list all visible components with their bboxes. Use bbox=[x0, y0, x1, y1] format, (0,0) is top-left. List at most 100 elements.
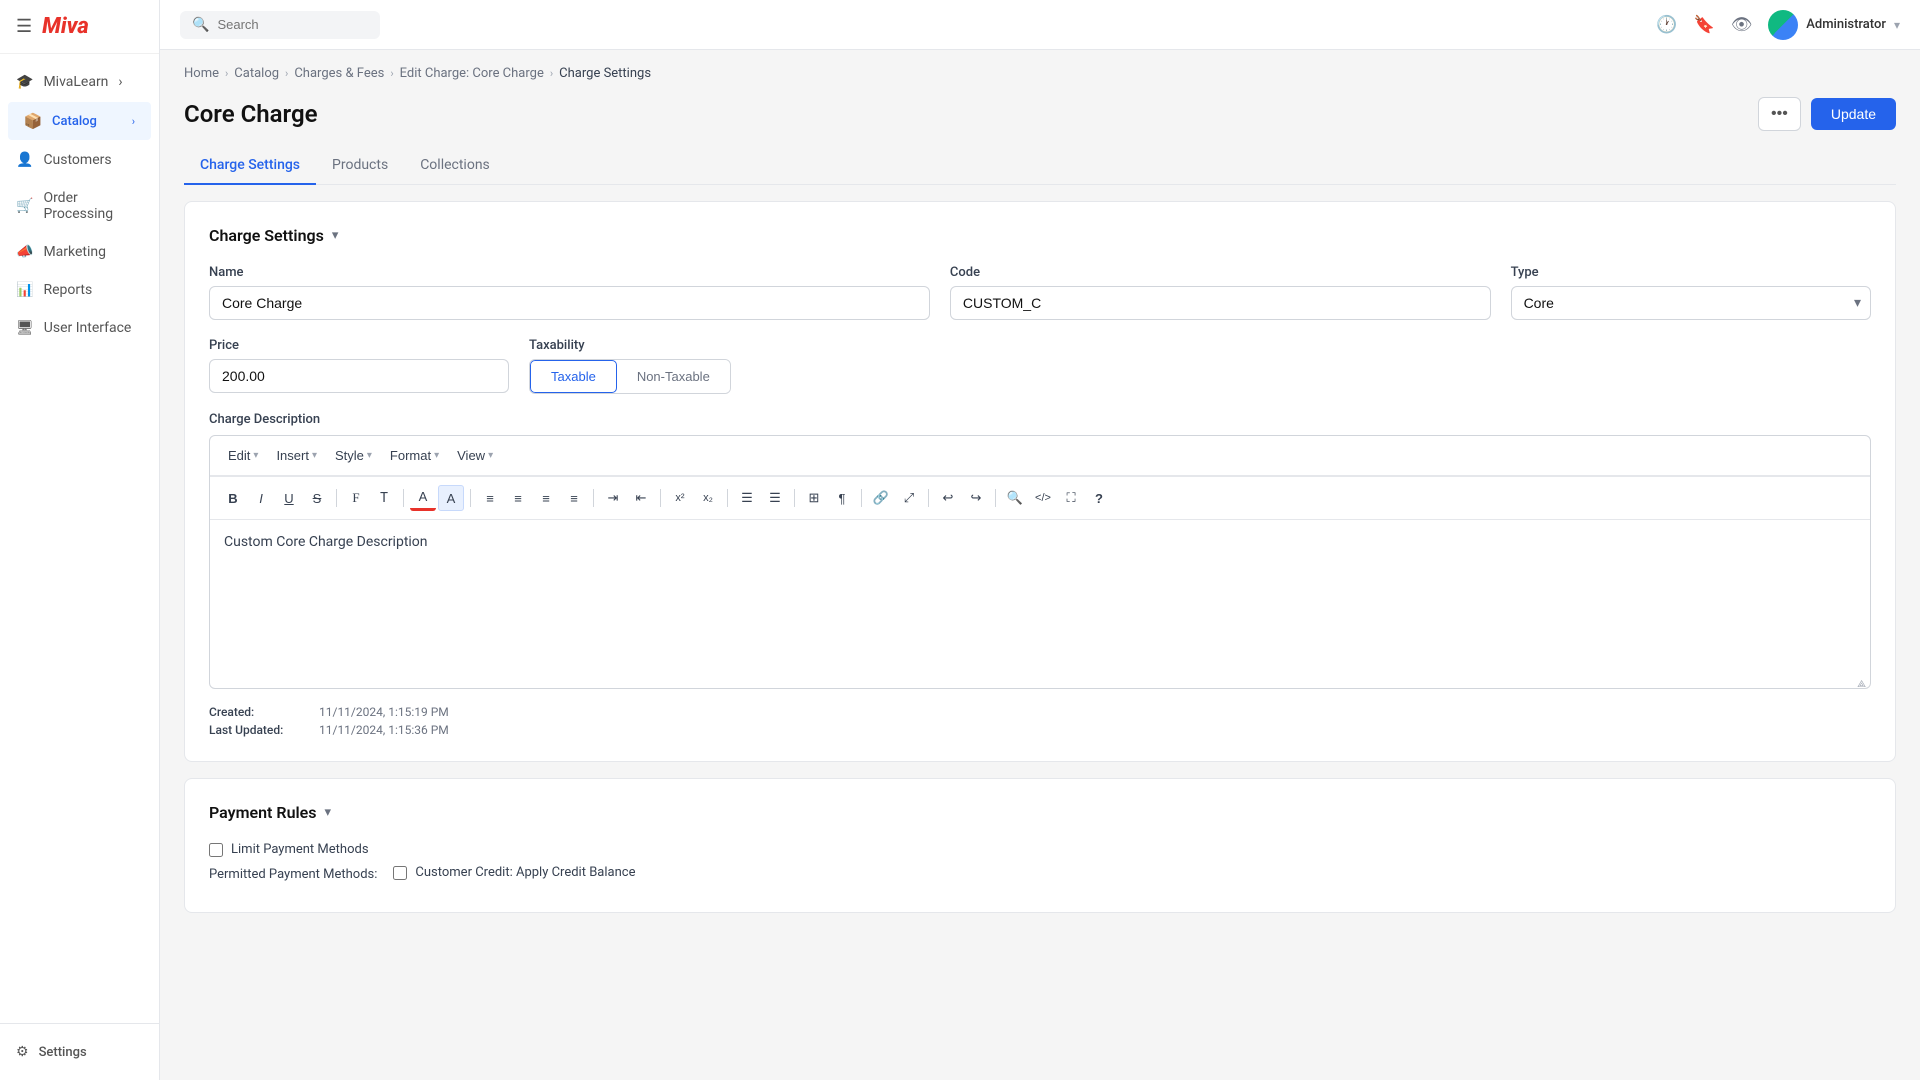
font-f-button[interactable]: F bbox=[343, 485, 369, 511]
undo-button[interactable]: ↩ bbox=[935, 485, 961, 511]
toolbar-sep-2 bbox=[403, 489, 404, 507]
edit-chevron-icon: ▾ bbox=[253, 450, 258, 461]
breadcrumb-catalog[interactable]: Catalog bbox=[234, 66, 279, 81]
mivalear-icon: 🎓 bbox=[16, 74, 33, 90]
sidebar-item-order-processing[interactable]: 🛒 Order Processing bbox=[0, 180, 159, 232]
tab-collections[interactable]: Collections bbox=[404, 147, 506, 185]
editor-body[interactable]: Custom Core Charge Description bbox=[210, 520, 1870, 680]
sidebar-item-settings[interactable]: ⚙ Settings bbox=[16, 1036, 143, 1068]
user-section[interactable]: Administrator ▾ bbox=[1768, 10, 1900, 40]
taxability-label: Taxability bbox=[529, 338, 731, 353]
sidebar-nav: 🎓 MivaLearn › 📦 Catalog › 👤 Customers 🛒 … bbox=[0, 54, 159, 1023]
payment-rules-card: Payment Rules ▾ Limit Payment Methods Pe… bbox=[184, 778, 1896, 913]
limit-payment-label: Limit Payment Methods bbox=[231, 842, 369, 857]
limit-payment-checkbox[interactable] bbox=[209, 843, 223, 857]
eye-icon[interactable]: 👁 bbox=[1731, 15, 1753, 35]
underline-button[interactable]: U bbox=[276, 485, 302, 511]
name-input[interactable] bbox=[209, 286, 930, 320]
editor-resize-handle[interactable]: ⟁ bbox=[210, 680, 1870, 688]
link-button[interactable]: 🔗 bbox=[868, 485, 894, 511]
update-button[interactable]: Update bbox=[1811, 98, 1896, 130]
format-menu-button[interactable]: Format ▾ bbox=[382, 444, 447, 467]
zoom-button[interactable]: 🔍 bbox=[1002, 485, 1028, 511]
type-group: Type Core Flat Percentage bbox=[1511, 265, 1871, 320]
align-justify-button[interactable]: ≡ bbox=[561, 485, 587, 511]
history-icon[interactable]: 🕐 bbox=[1656, 15, 1677, 35]
price-input[interactable] bbox=[209, 359, 509, 393]
payment-rules-header: Payment Rules ▾ bbox=[209, 803, 1871, 822]
outdent-button[interactable]: ⇤ bbox=[628, 485, 654, 511]
tab-products[interactable]: Products bbox=[316, 147, 404, 185]
fullscreen-button[interactable]: ⛶ bbox=[1058, 485, 1084, 511]
taxable-button[interactable]: Taxable bbox=[530, 360, 617, 393]
sidebar-item-catalog[interactable]: 📦 Catalog › bbox=[8, 102, 151, 140]
sidebar-item-mivalear[interactable]: 🎓 MivaLearn › bbox=[0, 64, 159, 100]
view-menu-button[interactable]: View ▾ bbox=[449, 444, 501, 467]
code-input[interactable] bbox=[950, 286, 1491, 320]
toolbar-sep-10 bbox=[995, 489, 996, 507]
toolbar-sep-6 bbox=[727, 489, 728, 507]
price-group: Price bbox=[209, 338, 509, 394]
indent-button[interactable]: ⇥ bbox=[600, 485, 626, 511]
code-button[interactable]: </> bbox=[1030, 485, 1056, 511]
insert-menu-button[interactable]: Insert ▾ bbox=[268, 444, 325, 467]
redo-button[interactable]: ↪ bbox=[963, 485, 989, 511]
italic-button[interactable]: I bbox=[248, 485, 274, 511]
link-group: 🔗 ⤢ bbox=[868, 485, 922, 511]
charge-settings-section-header: Charge Settings ▾ bbox=[209, 226, 1871, 245]
price-taxability-row: Price Taxability Taxable Non-Taxable bbox=[209, 338, 1871, 394]
non-taxable-button[interactable]: Non-Taxable bbox=[617, 360, 730, 393]
name-code-type-row: Name Code Type Core Flat Perce bbox=[209, 265, 1871, 320]
bullet-list-button[interactable]: ☰ bbox=[734, 485, 760, 511]
bookmark-icon[interactable]: 🔖 bbox=[1694, 15, 1715, 35]
table-group: ⊞ ¶ bbox=[801, 485, 855, 511]
type-select[interactable]: Core Flat Percentage bbox=[1511, 286, 1871, 320]
tab-charge-settings[interactable]: Charge Settings bbox=[184, 147, 316, 185]
paragraph-button[interactable]: ¶ bbox=[829, 485, 855, 511]
search-container: 🔍 bbox=[180, 11, 380, 39]
sidebar-item-marketing[interactable]: 📣 Marketing bbox=[0, 234, 159, 270]
breadcrumb-charges-fees[interactable]: Charges & Fees bbox=[294, 66, 384, 81]
breadcrumb-home[interactable]: Home bbox=[184, 66, 219, 81]
history-group: ↩ ↪ bbox=[935, 485, 989, 511]
subscript-button[interactable]: x₂ bbox=[695, 485, 721, 511]
style-chevron-icon: ▾ bbox=[367, 450, 372, 461]
align-group: ≡ ≡ ≡ ≡ bbox=[477, 485, 587, 511]
ordered-list-button[interactable]: ☰ bbox=[762, 485, 788, 511]
name-label: Name bbox=[209, 265, 930, 280]
strikethrough-button[interactable]: S bbox=[304, 485, 330, 511]
user-name: Administrator bbox=[1806, 17, 1886, 32]
text-style-group: B I U S bbox=[220, 485, 330, 511]
help-button[interactable]: ? bbox=[1086, 485, 1112, 511]
sidebar-bottom: ⚙ Settings bbox=[0, 1023, 159, 1080]
customer-credit-checkbox[interactable] bbox=[393, 866, 407, 880]
order-icon: 🛒 bbox=[16, 198, 33, 214]
highlight-button[interactable]: A bbox=[438, 485, 464, 511]
edit-menu-button[interactable]: Edit ▾ bbox=[220, 444, 266, 467]
payment-rules-title: Payment Rules bbox=[209, 803, 316, 822]
hamburger-icon[interactable]: ☰ bbox=[16, 16, 32, 37]
bold-button[interactable]: B bbox=[220, 485, 246, 511]
sidebar-item-customers[interactable]: 👤 Customers bbox=[0, 142, 159, 178]
superscript-button[interactable]: x² bbox=[667, 485, 693, 511]
table-button[interactable]: ⊞ bbox=[801, 485, 827, 511]
sidebar-item-reports[interactable]: 📊 Reports bbox=[0, 272, 159, 308]
breadcrumb-edit-charge[interactable]: Edit Charge: Core Charge bbox=[400, 66, 544, 81]
tabs: Charge Settings Products Collections bbox=[184, 147, 1896, 185]
more-button[interactable]: ••• bbox=[1758, 97, 1801, 131]
font-t-button[interactable]: T bbox=[371, 485, 397, 511]
font-color-button[interactable]: A bbox=[410, 485, 436, 511]
style-menu-button[interactable]: Style ▾ bbox=[327, 444, 380, 467]
search-input[interactable] bbox=[217, 17, 357, 32]
align-left-button[interactable]: ≡ bbox=[477, 485, 503, 511]
payment-rules-chevron[interactable]: ▾ bbox=[324, 805, 331, 820]
sidebar-item-user-interface[interactable]: 🖥 User Interface bbox=[0, 310, 159, 346]
align-center-button[interactable]: ≡ bbox=[505, 485, 531, 511]
charge-settings-chevron[interactable]: ▾ bbox=[332, 228, 339, 243]
list-group: ☰ ☰ bbox=[734, 485, 788, 511]
page-header: Core Charge ••• Update bbox=[160, 89, 1920, 147]
embed-button[interactable]: ⤢ bbox=[896, 485, 922, 511]
code-group: Code bbox=[950, 265, 1491, 320]
breadcrumb-sep-3: › bbox=[390, 67, 393, 80]
align-right-button[interactable]: ≡ bbox=[533, 485, 559, 511]
